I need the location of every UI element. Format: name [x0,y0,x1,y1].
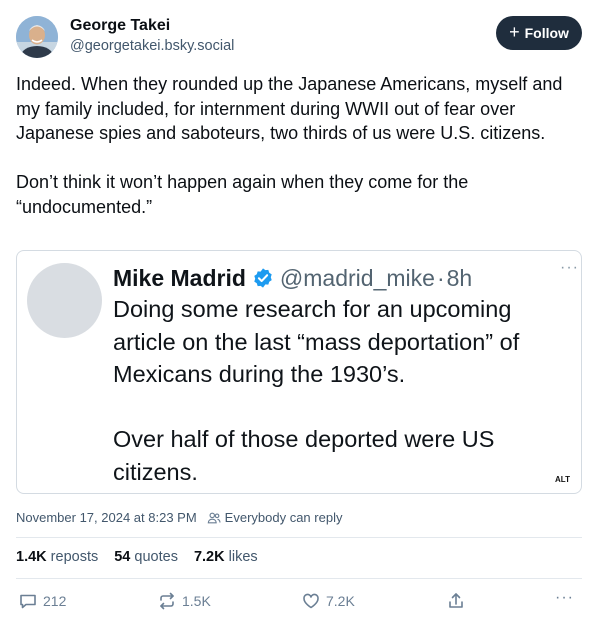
embed-avatar [27,263,102,338]
reply-setting[interactable]: Everybody can reply [225,510,343,525]
embedded-screenshot[interactable]: Mike Madrid @madrid_mike · 8h ··· Doing … [16,250,582,494]
share-icon [446,591,466,611]
like-button[interactable]: 7.2K [301,591,355,611]
likes-count: 7.2K [193,549,225,565]
share-button[interactable] [446,591,466,611]
heart-icon [301,591,321,611]
embed-display-name: Mike Madrid [113,264,246,291]
post-timestamp: November 17, 2024 at 8:23 PM [16,510,197,525]
post-actions: 212 1.5K 7.2K ··· [16,589,582,615]
embed-separator: · [436,264,445,291]
more-options-icon[interactable]: ··· [555,589,574,607]
post-stats: 1.4K reposts 54 quotes 7.2K likes [16,549,258,565]
divider [16,578,582,579]
repost-button[interactable]: 1.5K [157,591,211,611]
author-handle[interactable]: @georgetakei.bsky.social [70,36,234,56]
post-text: Indeed. When they rounded up the Japanes… [16,74,563,217]
divider [16,537,582,538]
likes-label: likes [228,549,258,565]
verified-badge-icon [252,267,274,289]
reply-count: 212 [43,593,67,609]
embed-text: Doing some research for an upcoming arti… [113,296,520,485]
quotes-count: 54 [114,549,131,565]
embed-handle: @madrid_mike [279,264,435,291]
plus-icon: + [509,22,520,42]
post-meta: November 17, 2024 at 8:23 PM Everybody c… [16,510,342,525]
post-header: George Takei @georgetakei.bsky.social + … [16,14,582,60]
author-display-name[interactable]: George Takei [70,16,234,36]
repost-count: 1.5K [182,593,211,609]
reply-button[interactable]: 212 [18,591,66,611]
follow-button[interactable]: + Follow [496,16,582,50]
quotes-label: quotes [134,549,178,565]
reposts-stat[interactable]: 1.4K reposts [16,549,98,565]
alt-badge[interactable]: ALT [552,474,573,485]
quotes-stat[interactable]: 54 quotes [114,549,178,565]
people-icon [207,511,221,525]
reposts-count: 1.4K [16,549,47,565]
reply-icon [18,591,38,611]
author-name-block[interactable]: George Takei @georgetakei.bsky.social [70,16,234,56]
like-count: 7.2K [326,593,355,609]
reposts-label: reposts [50,549,99,565]
repost-icon [157,591,177,611]
follow-label: Follow [524,25,569,41]
likes-stat[interactable]: 7.2K likes [194,549,258,565]
embed-time: 8h [446,264,473,291]
embed-more-icon: ··· [560,259,579,276]
embed-header: Mike Madrid @madrid_mike · 8h [113,261,569,295]
author-avatar[interactable] [16,16,58,58]
